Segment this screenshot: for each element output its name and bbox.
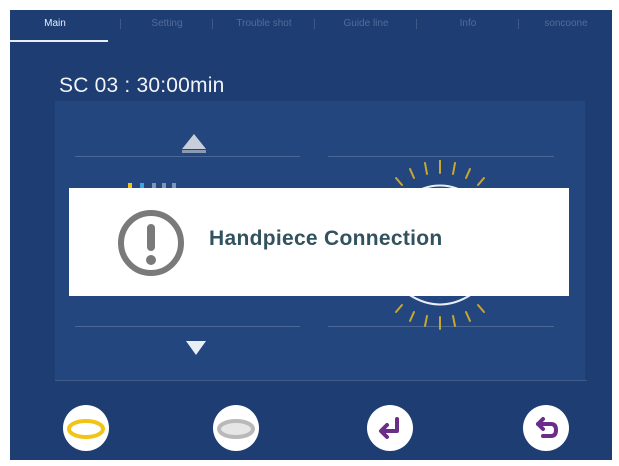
enter-button[interactable] [367, 405, 413, 451]
divider-line [328, 156, 554, 157]
tab-setting[interactable]: Setting [122, 10, 212, 38]
device-screen: Main Setting Trouble shot Guide line Inf… [10, 10, 612, 460]
tab-separator [416, 19, 417, 29]
gray-ring-icon [217, 419, 255, 439]
gray-ring-button[interactable] [213, 405, 259, 451]
bottom-divider [55, 380, 587, 381]
tab-separator [212, 19, 213, 29]
increase-arrow-icon[interactable] [182, 134, 206, 149]
tab-info[interactable]: Info [418, 10, 518, 38]
decrease-arrow-icon[interactable] [186, 341, 206, 355]
active-tab-indicator [10, 40, 108, 42]
back-button[interactable] [523, 405, 569, 451]
tab-bar: Main Setting Trouble shot Guide line Inf… [10, 10, 612, 42]
exclamation-circle-icon [118, 210, 184, 276]
tab-separator [314, 19, 315, 29]
divider-line [75, 326, 300, 327]
tab-guide-line[interactable]: Guide line [316, 10, 416, 38]
dialog-message: Handpiece Connection [209, 227, 443, 250]
connection-alert-dialog: Handpiece Connection [69, 188, 569, 296]
page-title: SC 03 : 30:00min [59, 74, 225, 97]
tab-separator [518, 19, 519, 29]
tab-trouble-shot[interactable]: Trouble shot [214, 10, 314, 38]
tab-separator [120, 19, 121, 29]
tab-main[interactable]: Main [20, 10, 90, 38]
enter-return-icon [379, 417, 399, 439]
divider-line [75, 156, 300, 157]
increase-arrow-base [182, 150, 206, 153]
back-return-icon [536, 417, 558, 438]
yellow-ring-button[interactable] [63, 405, 109, 451]
tab-brand[interactable]: soncoone [520, 10, 612, 38]
yellow-ring-icon [67, 419, 105, 439]
